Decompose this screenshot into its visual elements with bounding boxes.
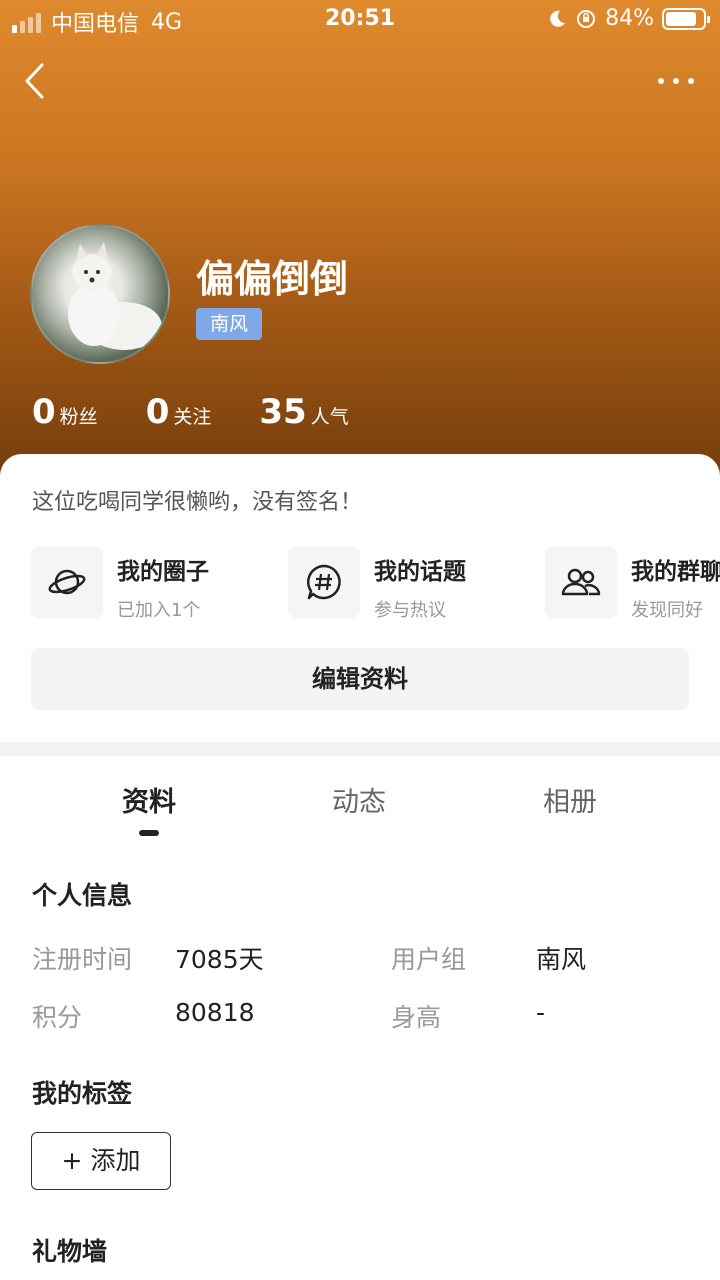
stat-following[interactable]: 0 关注 [146,392,212,432]
info-value-height: - [536,998,546,1027]
edit-profile-button[interactable]: 编辑资料 [31,648,689,710]
chevron-left-icon [25,63,44,99]
back-button[interactable] [22,62,52,100]
info-value-register-time: 7085天 [175,945,264,974]
more-dot-icon [658,78,664,84]
tab-info[interactable]: 资料 [89,780,209,819]
shortcut-subtitle: 参与热议 [374,600,446,621]
shortcut-subtitle: 发现同好 [631,600,703,621]
info-value-points: 80818 [175,998,255,1027]
profile-tabs: 资料 动态 相册 [0,780,720,840]
shortcut-icon-box [545,546,617,618]
stat-label: 人气 [310,406,349,428]
stat-value: 0 [145,392,170,432]
tab-album[interactable]: 相册 [510,780,630,819]
avatar-dog-image [68,242,162,350]
shortcut-title: 我的圈子 [117,559,209,585]
shortcut-text: 我的圈子 已加入1个 [117,546,209,622]
battery-percent: 84% [605,6,654,31]
shortcut-my-topics[interactable]: 我的话题 参与热议 [288,546,466,622]
shortcut-text: 我的群聊 发现同好 [631,546,720,622]
username: 偏偏倒倒 [196,257,349,301]
status-right: 84% [547,6,710,31]
shortcut-icon-box [288,546,360,618]
section-divider [0,742,720,756]
profile-stats: 0 粉丝 0 关注 35 人气 [32,392,397,432]
shortcut-my-groups[interactable]: 我的群聊 发现同好 [545,546,720,622]
shortcut-title: 我的话题 [374,559,466,585]
battery-icon [662,7,710,30]
profile-card: 这位吃喝同学很懒哟，没有签名！ 我的圈子 已加入1个 我的话题 参与热议 我的群… [0,454,720,742]
signature-text: 这位吃喝同学很懒哟，没有签名！ [32,490,363,515]
active-tab-indicator [139,830,159,836]
shortcut-subtitle: 已加入1个 [117,600,201,621]
avatar[interactable] [30,224,170,364]
tab-posts[interactable]: 动态 [299,780,419,819]
stat-fans[interactable]: 0 粉丝 [32,392,98,432]
section-title-my-tags: 我的标签 [32,1079,133,1108]
info-label-user-group: 用户组 [391,945,467,974]
stat-label: 粉丝 [59,406,98,428]
rotation-lock-icon [577,9,596,28]
stat-label: 关注 [173,406,212,428]
moon-icon [550,10,566,27]
add-tag-button[interactable]: + 添加 [31,1132,171,1190]
shortcut-text: 我的话题 参与热议 [374,546,466,622]
info-label-height: 身高 [391,1003,442,1032]
info-value-user-group: 南风 [536,945,587,974]
shortcut-title: 我的群聊 [631,559,720,585]
section-title-personal-info: 个人信息 [32,881,133,910]
more-dot-icon [688,78,694,84]
more-options-button[interactable] [658,66,694,96]
user-group-badge: 南风 [196,308,263,340]
stat-popularity: 35 人气 [259,392,348,432]
battery-fill [666,11,697,26]
more-dot-icon [673,78,679,84]
status-bar: 中国电信 4G 20:51 84% [0,0,720,40]
hashtag-bubble-icon [306,564,341,600]
planet-icon [48,569,86,595]
section-title-gift-wall: 礼物墙 [32,1237,108,1266]
shortcut-my-circles[interactable]: 我的圈子 已加入1个 [31,546,209,622]
stat-value: 35 [259,392,307,432]
info-label-register-time: 注册时间 [32,945,133,974]
group-people-icon [561,568,601,596]
shortcut-icon-box [31,546,103,618]
info-label-points: 积分 [32,1003,83,1032]
stat-value: 0 [32,392,56,432]
